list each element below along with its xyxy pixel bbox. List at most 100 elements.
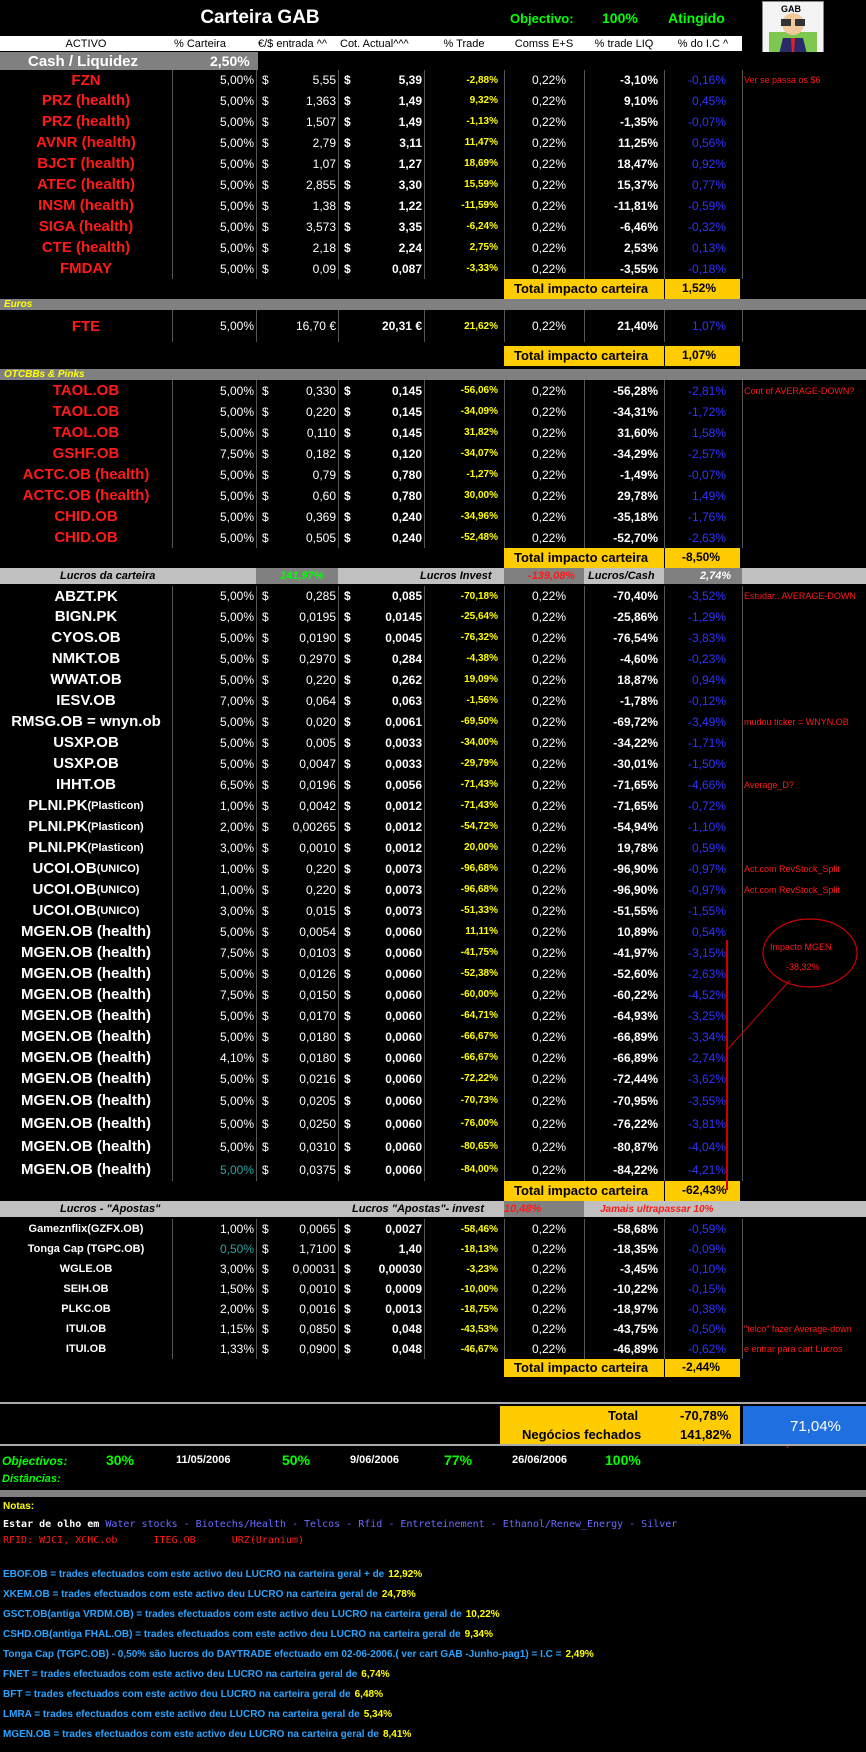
grid-line — [256, 795, 257, 816]
grid-line — [584, 1319, 585, 1339]
holding-row: PRZ (health) 5,00% $1,363 $1,49 9,32% 0,22% 9,… — [0, 90, 866, 111]
mgen-impact-label: Impacto MGEN — [770, 942, 832, 952]
grid-line — [172, 111, 173, 132]
grid-line — [338, 90, 339, 111]
entry-price: 0,00265 — [292, 819, 336, 834]
pct-carteira: 2,00% — [219, 1302, 254, 1316]
trade-pct: -70,73% — [460, 1095, 498, 1106]
impact-ic: -0,97% — [687, 882, 726, 897]
current-price: 0,145 — [391, 383, 422, 398]
ticker-name: FZN — [71, 71, 101, 89]
impact-ic: -3,62% — [687, 1071, 726, 1086]
grid-line — [424, 753, 425, 774]
grid-line — [172, 153, 173, 174]
grid-line — [172, 258, 173, 279]
grid-line — [424, 153, 425, 174]
grid-line — [256, 586, 257, 606]
current-price: 0,0012 — [385, 840, 422, 855]
impact-ic: 0,45% — [691, 93, 726, 108]
entry-price: 0,110 — [306, 425, 336, 440]
ticker-name: UCOI.OB (UNICO) — [0, 879, 172, 900]
current-price: 1,22 — [398, 198, 422, 213]
grid-line — [584, 753, 585, 774]
grid-line — [424, 90, 425, 111]
trade-pct: -71,43% — [460, 800, 498, 811]
lucros-carteira-value: 141,97% — [280, 570, 324, 582]
grid-line — [742, 443, 743, 464]
ticker-name: MGEN.OB (health) — [21, 1007, 151, 1024]
grid-line — [742, 153, 743, 174]
current-price: 0,0056 — [385, 777, 422, 792]
commission: 0,22% — [531, 777, 567, 792]
ticker-name: ACTC.OB (health) — [22, 466, 150, 483]
trade-pct: -34,00% — [460, 737, 498, 748]
grid-line — [256, 485, 257, 506]
grid-line — [584, 527, 585, 548]
impact-ic: -0,50% — [687, 1322, 726, 1336]
grid-line — [664, 1279, 665, 1299]
grid-line — [504, 132, 505, 153]
grid-line — [256, 1005, 257, 1026]
holding-row: CHID.OB 5,00% $0,369 $0,240 -34,96% 0,22% -35,… — [0, 506, 866, 527]
current-price: 0,0060 — [385, 1050, 422, 1065]
commission: 0,22% — [531, 840, 567, 855]
grid-line — [256, 921, 257, 942]
grid-line — [424, 1068, 425, 1089]
fechados-row: Negócios fechados 141,82% — [500, 1425, 740, 1444]
grid-line — [742, 732, 743, 753]
grid-line — [172, 984, 173, 1005]
cash-label: Cash / Liquidez — [28, 52, 139, 70]
grid-line — [172, 795, 173, 816]
grid-line — [742, 795, 743, 816]
grid-line — [742, 942, 743, 963]
total-impact-value: -8,50% — [682, 550, 721, 564]
grid-line — [424, 216, 425, 237]
grid-line — [338, 527, 339, 548]
grid-line — [664, 627, 665, 648]
grid-line — [584, 237, 585, 258]
holding-row: WWAT.OB 5,00% $0,220 $0,262 19,09% 0,22% 18,87… — [0, 669, 866, 690]
grid-line — [504, 711, 505, 732]
grid-line — [172, 174, 173, 195]
trade-liq: -76,22% — [613, 1116, 658, 1131]
entry-price: 0,0150 — [299, 987, 336, 1002]
pct-carteira: 5,00% — [219, 93, 254, 108]
trade-liq: -34,29% — [613, 446, 658, 461]
grid-line — [424, 401, 425, 422]
pct-carteira: 1,33% — [219, 1342, 254, 1356]
grid-line — [338, 310, 339, 342]
grid-line — [742, 1112, 743, 1135]
grid-line — [742, 111, 743, 132]
commission: 0,22% — [531, 198, 567, 213]
note-line: FNET = trades efectuados com este activo… — [3, 1669, 390, 1680]
grid-line — [424, 70, 425, 90]
ticker-name: GSHF.OB — [52, 445, 120, 462]
note-text: GSCT.OB(antiga VRDM.OB) = trades efectua… — [3, 1609, 462, 1620]
entry-price: 0,0170 — [299, 1008, 336, 1023]
grid-line — [424, 443, 425, 464]
commission: 0,22% — [531, 488, 567, 503]
note-line: BFT = trades efectuados com este activo … — [3, 1689, 383, 1700]
grid-line — [172, 690, 173, 711]
grid-line — [172, 132, 173, 153]
lucros-cash-label: Lucros/Cash — [588, 570, 655, 582]
grid-line — [664, 1135, 665, 1158]
note-text: LMRA = trades efectuados com este activo… — [3, 1709, 360, 1720]
cash-row: Cash / Liquidez 2,50% — [0, 52, 866, 70]
apostas-label: Lucros - "Apostas" — [60, 1203, 161, 1215]
impact-ic: 0,77% — [691, 177, 726, 192]
grid-line — [338, 648, 339, 669]
grid-line — [584, 711, 585, 732]
pct-carteira: 5,00% — [219, 488, 254, 503]
trade-liq: 2,53% — [623, 240, 658, 255]
grid-line — [256, 506, 257, 527]
current-price: 0,085 — [391, 589, 422, 603]
trade-pct: -71,43% — [460, 779, 498, 790]
entry-price: 0,369 — [305, 509, 336, 524]
entry-price: 2,18 — [312, 240, 336, 255]
current-price: 3,35 — [398, 219, 422, 234]
grid-line — [424, 1319, 425, 1339]
mgen-bracket-line — [726, 940, 728, 1190]
current-price: 0,0012 — [385, 819, 422, 834]
pct-carteira: 3,00% — [219, 840, 254, 855]
